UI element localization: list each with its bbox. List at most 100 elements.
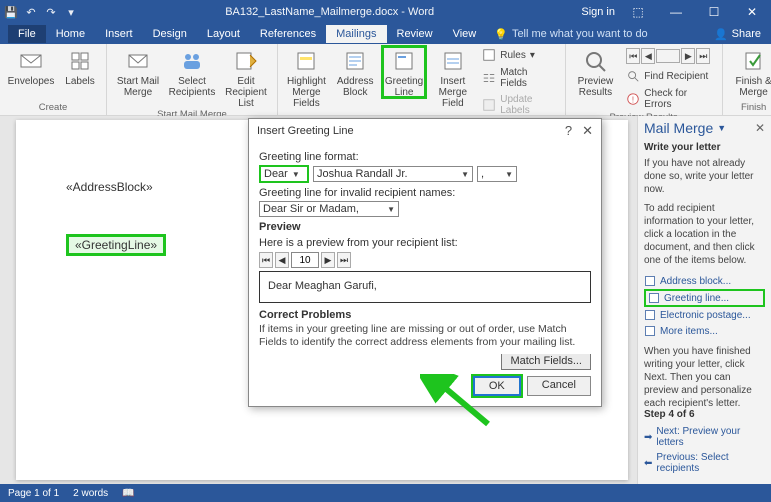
labels-button[interactable]: Labels: [60, 46, 100, 87]
find-recipient-button[interactable]: Find Recipient: [623, 67, 715, 85]
tab-insert[interactable]: Insert: [95, 25, 143, 43]
match-fields-dialog-button[interactable]: Match Fields...: [501, 354, 591, 370]
word-count[interactable]: 2 words: [73, 488, 108, 499]
tab-review[interactable]: Review: [387, 25, 443, 43]
invalid-greeting-select[interactable]: Dear Sir or Madam,▼: [259, 201, 399, 217]
highlight-icon: [292, 48, 320, 74]
punctuation-select[interactable]: ,▼: [477, 166, 517, 182]
preview-nav: ⏮◀▶⏭ Find Recipient !Check for Errors: [623, 46, 715, 112]
pane-text-1: If you have not already done so, write y…: [644, 157, 765, 196]
mail-merge-pane: Mail Merge▼✕ Write your letter If you ha…: [637, 116, 771, 484]
finish-merge-button[interactable]: Finish & Merge: [729, 46, 771, 98]
next-step-link[interactable]: ➡ Next: Preview your letters: [644, 424, 765, 450]
write-options: Rules ▾ Match Fields Update Labels: [479, 46, 558, 118]
previous-step-link[interactable]: ⬅ Previous: Select recipients: [644, 450, 765, 476]
restore-button[interactable]: ☐: [699, 5, 729, 19]
write-letter-heading: Write your letter: [644, 142, 765, 153]
address-block-icon: [341, 48, 369, 74]
tab-file[interactable]: File: [8, 25, 46, 43]
finish-icon: [740, 48, 768, 74]
status-bar: Page 1 of 1 2 words 📖: [0, 484, 771, 502]
electronic-postage-link[interactable]: Electronic postage...: [644, 307, 765, 323]
address-block-link[interactable]: Address block...: [644, 273, 765, 289]
preview-hint: Here is a preview from your recipient li…: [259, 237, 591, 249]
salutation-select[interactable]: Dear▼: [259, 165, 309, 183]
group-finish-label: Finish: [729, 102, 771, 115]
rules-button[interactable]: Rules ▾: [479, 46, 558, 64]
invalid-label: Greeting line for invalid recipient name…: [259, 187, 591, 199]
pane-text-2: To add recipient information to your let…: [644, 202, 765, 267]
tab-view[interactable]: View: [443, 25, 487, 43]
highlight-fields-button[interactable]: Highlight Merge Fields: [284, 46, 329, 109]
ribbon: Envelopes Labels Create Start Mail Merge…: [0, 44, 771, 116]
tab-mailings[interactable]: Mailings: [326, 25, 386, 43]
format-label: Greeting line format:: [259, 151, 591, 163]
close-button[interactable]: ✕: [737, 5, 767, 19]
preview-heading: Preview: [259, 221, 591, 233]
greeting-line-link[interactable]: Greeting line...: [644, 289, 765, 307]
check-errors-button[interactable]: !Check for Errors: [623, 86, 715, 112]
last-record-button[interactable]: ⏭: [337, 252, 351, 268]
page-indicator[interactable]: Page 1 of 1: [8, 488, 59, 499]
name-format-select[interactable]: Joshua Randall Jr.▼: [313, 166, 473, 182]
record-nav[interactable]: ⏮◀▶⏭: [623, 46, 715, 66]
address-block-field[interactable]: «AddressBlock»: [66, 180, 153, 194]
dialog-close-button[interactable]: ✕: [582, 123, 593, 139]
dialog-title: Insert Greeting Line: [257, 125, 354, 137]
ribbon-options-icon[interactable]: ⬚: [623, 5, 653, 19]
minimize-button[interactable]: —: [661, 5, 691, 19]
tab-references[interactable]: References: [250, 25, 326, 43]
greeting-line-field[interactable]: «GreetingLine»: [66, 234, 166, 256]
redo-icon[interactable]: ↷: [44, 5, 58, 19]
tell-me-input[interactable]: 💡 Tell me what you want to do: [494, 28, 704, 41]
cancel-button[interactable]: Cancel: [527, 376, 591, 396]
group-create-label: Create: [6, 102, 100, 115]
recipients-icon: [178, 48, 206, 74]
insert-merge-field-button[interactable]: Insert Merge Field: [430, 46, 475, 109]
pane-text-3: When you have finished writing your lett…: [644, 345, 765, 410]
step-label: Step 4 of 6: [644, 409, 765, 420]
svg-text:!: !: [632, 96, 634, 105]
envelope-icon: [17, 48, 45, 74]
labels-icon: [66, 48, 94, 74]
correct-text: If items in your greeting line are missi…: [259, 323, 591, 348]
qat-customize-icon[interactable]: ▾: [64, 5, 78, 19]
insert-greeting-line-dialog: Insert Greeting Line ? ✕ Greeting line fo…: [248, 118, 602, 407]
spellcheck-icon[interactable]: 📖: [122, 488, 134, 499]
dialog-help-button[interactable]: ?: [565, 123, 572, 139]
tab-home[interactable]: Home: [46, 25, 95, 43]
pane-close-button[interactable]: ✕: [755, 121, 765, 135]
ok-button[interactable]: OK: [473, 376, 521, 396]
undo-icon[interactable]: ↶: [24, 5, 38, 19]
share-button[interactable]: 👤 Share: [704, 28, 771, 41]
preview-results-button[interactable]: Preview Results: [572, 46, 620, 98]
sign-in-link[interactable]: Sign in: [581, 6, 615, 18]
first-record-button[interactable]: ⏮: [259, 252, 273, 268]
insert-field-icon: [439, 48, 467, 74]
match-fields-button[interactable]: Match Fields: [479, 65, 558, 91]
preview-nav-row: ⏮ ◀ ▶ ⏭: [259, 252, 591, 268]
greeting-line-icon: [390, 48, 418, 74]
record-number-input[interactable]: [291, 252, 319, 268]
mail-merge-icon: [124, 48, 152, 74]
edit-recipient-button[interactable]: Edit Recipient List: [221, 46, 271, 109]
greeting-line-button[interactable]: Greeting Line: [382, 46, 427, 98]
edit-list-icon: [232, 48, 260, 74]
address-block-button[interactable]: Address Block: [333, 46, 378, 98]
select-recipients-button[interactable]: Select Recipients: [167, 46, 217, 98]
pane-title: Mail Merge▼✕: [644, 120, 765, 136]
envelopes-button[interactable]: Envelopes: [6, 46, 56, 87]
correct-heading: Correct Problems: [259, 309, 591, 321]
preview-icon: [581, 48, 609, 74]
prev-record-button[interactable]: ◀: [275, 252, 289, 268]
save-icon[interactable]: 💾: [4, 5, 18, 19]
tab-design[interactable]: Design: [143, 25, 197, 43]
window-title: BA132_LastName_Mailmerge.docx - Word: [78, 6, 581, 18]
tell-me-placeholder: Tell me what you want to do: [512, 28, 648, 40]
more-items-link[interactable]: More items...: [644, 323, 765, 339]
tab-layout[interactable]: Layout: [197, 25, 250, 43]
start-mail-merge-button[interactable]: Start Mail Merge: [113, 46, 163, 98]
update-labels-button: Update Labels: [479, 92, 558, 118]
preview-box: Dear Meaghan Garufi,: [259, 271, 591, 303]
next-record-button[interactable]: ▶: [321, 252, 335, 268]
